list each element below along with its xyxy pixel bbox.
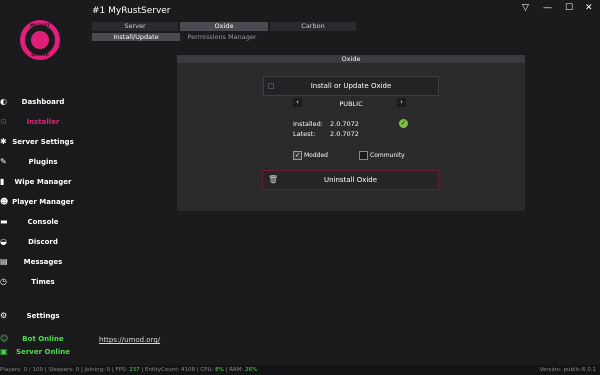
- umod-link[interactable]: https://umod.org/: [99, 336, 160, 344]
- install-update-label: Install or Update Oxide: [310, 82, 392, 90]
- fps-value: 237: [129, 367, 140, 373]
- sidebar-item-server-settings[interactable]: ✱ Server Settings: [0, 137, 84, 149]
- panel-title: Oxide: [177, 55, 525, 63]
- tab-oxide[interactable]: Oxide: [180, 22, 268, 31]
- branch-prev-button[interactable]: ‹: [293, 98, 302, 107]
- clock-icon: ◷: [0, 277, 7, 286]
- sidebar-item-label: Plugins: [28, 158, 58, 166]
- community-checkbox[interactable]: [359, 151, 368, 160]
- minimize-icon[interactable]: —: [543, 3, 552, 13]
- server-status: ▣ Server Online: [0, 347, 84, 359]
- sidebar-item-times[interactable]: ◷ Times: [0, 277, 84, 289]
- joining-count: 0: [106, 367, 111, 373]
- sidebar-item-player-manager[interactable]: ☻ Player Manager: [0, 197, 84, 209]
- uninstall-button[interactable]: 🗑 Uninstall Oxide: [262, 170, 439, 190]
- oxide-panel: Oxide □ Install or Update Oxide ‹ PUBLIC…: [177, 55, 525, 211]
- server-icon: ▣: [0, 347, 8, 356]
- sidebar-item-console[interactable]: ▬ Console: [0, 217, 84, 229]
- cpu-value: 8%: [215, 367, 224, 373]
- status-stats: Players: 0 / 100 | Sleepers: 0 | Joining…: [0, 367, 258, 373]
- sidebar-item-label: Discord: [28, 238, 58, 246]
- entity-count: 4108: [180, 367, 195, 373]
- installed-value: 2.0.7072: [330, 120, 359, 128]
- players-icon: ☻: [0, 197, 9, 206]
- dashboard-icon: ◐: [0, 97, 7, 106]
- latest-label: Latest:: [293, 130, 316, 138]
- community-label: Community: [370, 152, 405, 159]
- sidebar-item-label: Settings: [26, 312, 60, 320]
- main-tabs: Server Oxide Carbon: [92, 22, 522, 31]
- gear-icon: ⚙: [0, 311, 8, 320]
- bot-status: ☺ Bot Online: [0, 334, 84, 346]
- sidebar-item-label: Player Manager: [12, 198, 74, 206]
- sidebar-item-label: Times: [31, 278, 55, 286]
- plug-icon: ✎: [0, 157, 7, 166]
- logo-bottom-text: SERVER: [31, 52, 49, 57]
- sidebar-item-settings[interactable]: ⚙ Settings: [0, 311, 84, 323]
- maximize-icon[interactable]: ☐: [565, 3, 573, 13]
- branch-value: PUBLIC: [339, 100, 363, 108]
- branch-next-button[interactable]: ›: [397, 98, 406, 107]
- sidebar-item-plugins[interactable]: ✎ Plugins: [0, 157, 84, 169]
- filter-icon[interactable]: ▽: [522, 3, 529, 13]
- tab-server[interactable]: Server: [92, 22, 178, 31]
- logo-top-text: MY RUST: [29, 23, 51, 28]
- close-icon[interactable]: ✕: [585, 3, 593, 13]
- sub-tabs: Install/Update Permissions Manager: [92, 33, 522, 41]
- wrench-icon: ✱: [0, 137, 7, 146]
- ram-value: 26%: [244, 367, 258, 373]
- tab-install-update[interactable]: Install/Update: [92, 33, 180, 41]
- modded-label: Modded: [304, 152, 328, 159]
- sidebar-item-wipe-manager[interactable]: ▮ Wipe Manager: [0, 177, 84, 189]
- tab-carbon[interactable]: Carbon: [270, 22, 356, 31]
- status-bar: Players: 0 / 100 | Sleepers: 0 | Joining…: [0, 365, 600, 375]
- wipe-icon: ▮: [0, 177, 5, 186]
- sidebar-item-dashboard[interactable]: ◐ Dashboard: [0, 97, 84, 109]
- sidebar-item-discord[interactable]: ◒ Discord: [0, 237, 84, 249]
- bot-status-label: Bot Online: [22, 335, 64, 343]
- sidebar-item-installer[interactable]: ⊙ Installer: [0, 117, 84, 129]
- app-logo: MY RUST SERVER: [20, 20, 60, 60]
- sidebar: MY RUST SERVER ◐ Dashboard ⊙ Installer ✱…: [0, 0, 84, 365]
- sidebar-item-label: Wipe Manager: [14, 178, 72, 186]
- installed-label: Installed:: [293, 120, 323, 128]
- modded-checkbox[interactable]: ✓: [293, 151, 302, 160]
- installer-icon: ⊙: [0, 117, 7, 126]
- sidebar-item-messages[interactable]: ▤ Messages: [0, 257, 84, 269]
- sleepers-count: 0: [75, 367, 80, 373]
- server-status-label: Server Online: [16, 348, 70, 356]
- tab-permissions-manager[interactable]: Permissions Manager: [182, 33, 262, 41]
- players-count: 0 / 100: [23, 367, 43, 373]
- sidebar-item-label: Console: [27, 218, 59, 226]
- check-icon: ✓: [399, 119, 408, 128]
- version-label: Version: public-6.0.1: [539, 367, 596, 373]
- install-update-button[interactable]: □ Install or Update Oxide: [263, 76, 439, 96]
- sidebar-item-label: Installer: [26, 118, 60, 126]
- window-title: #1 MyRustServer: [92, 6, 171, 16]
- sidebar-item-label: Messages: [23, 258, 63, 266]
- latest-value: 2.0.7072: [330, 130, 359, 138]
- bot-icon: ☺: [0, 334, 9, 343]
- uninstall-label: Uninstall Oxide: [323, 176, 378, 184]
- console-icon: ▬: [0, 217, 8, 226]
- messages-icon: ▤: [0, 257, 8, 266]
- sidebar-item-label: Dashboard: [21, 98, 65, 106]
- sidebar-item-label: Server Settings: [12, 138, 74, 146]
- discord-icon: ◒: [0, 237, 7, 246]
